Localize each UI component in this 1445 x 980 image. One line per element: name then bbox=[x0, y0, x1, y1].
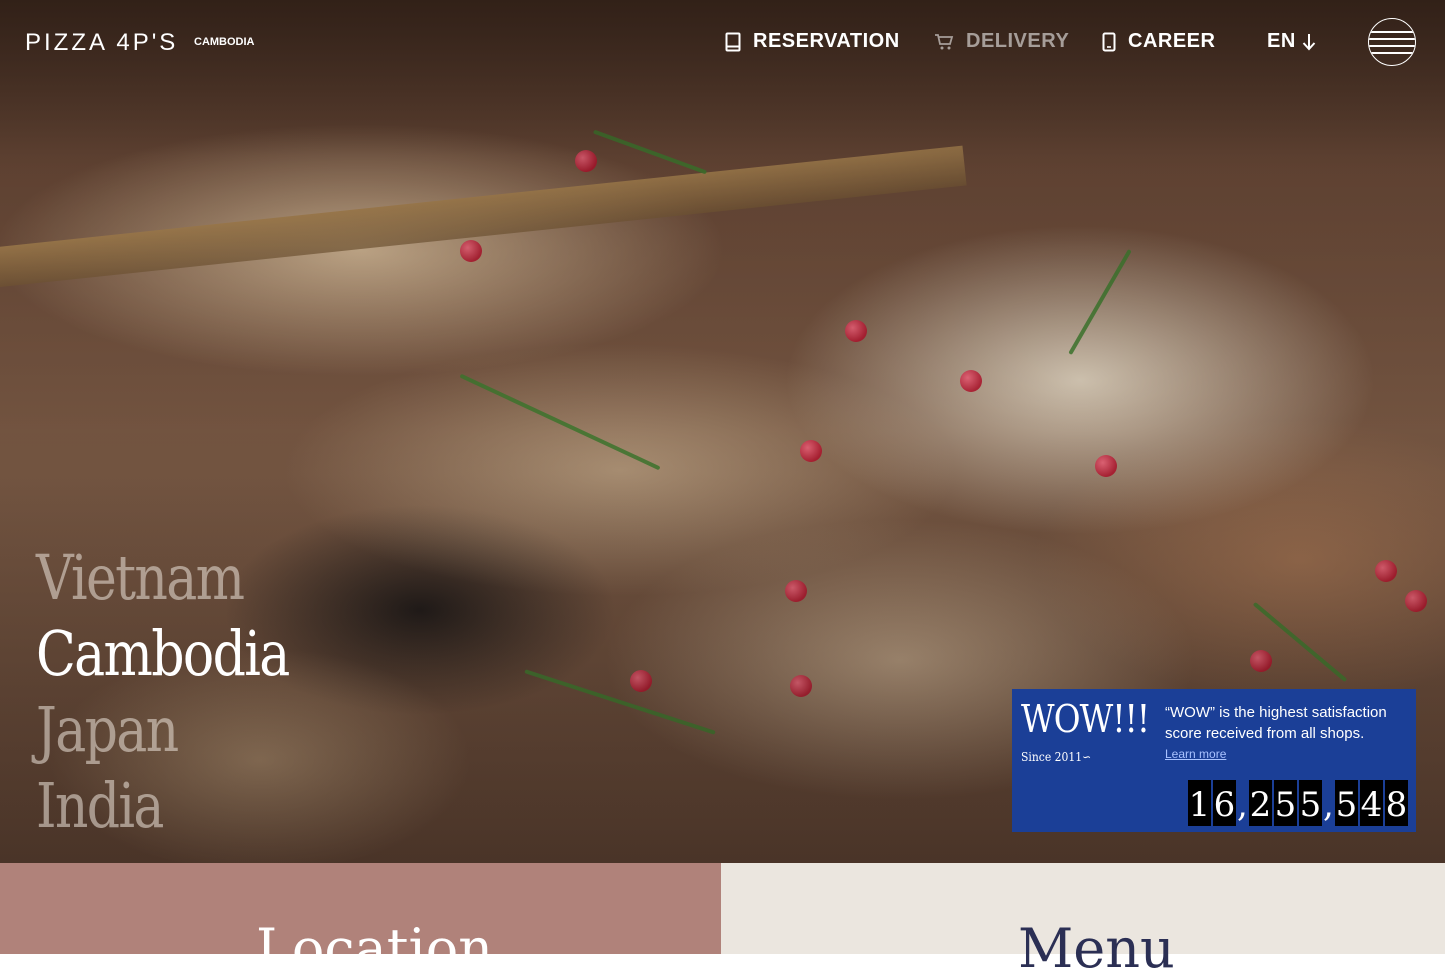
counter-digit: 6 bbox=[1213, 780, 1236, 826]
brand-logo[interactable]: PIZZA 4P'S bbox=[25, 29, 178, 57]
counter-digit: 5 bbox=[1274, 780, 1297, 826]
country-list: Vietnam Cambodia Japan India bbox=[36, 540, 337, 844]
nav-reservation-label: RESERVATION bbox=[753, 30, 900, 52]
counter-separator: , bbox=[1323, 785, 1334, 825]
counter-digit: 8 bbox=[1385, 780, 1408, 826]
brand-region: CAMBODIA bbox=[194, 36, 255, 48]
nav-career[interactable]: CAREER bbox=[1102, 30, 1215, 53]
language-label: EN bbox=[1267, 30, 1296, 52]
wow-title: WOW!!! bbox=[1021, 697, 1150, 741]
arrow-down-icon bbox=[1302, 33, 1316, 51]
learn-more-link[interactable]: Learn more bbox=[1165, 747, 1226, 761]
country-vietnam[interactable]: Vietnam bbox=[36, 540, 289, 616]
country-india[interactable]: India bbox=[36, 768, 289, 844]
nav-delivery[interactable]: DELIVERY bbox=[934, 30, 1069, 53]
menu-heading[interactable]: Menu bbox=[1018, 922, 1175, 976]
nav-career-label: CAREER bbox=[1128, 30, 1216, 52]
counter-digit: 4 bbox=[1360, 780, 1383, 826]
country-japan[interactable]: Japan bbox=[36, 692, 289, 768]
wow-description: “WOW” is the highest satisfaction score … bbox=[1165, 704, 1387, 742]
nav-delivery-label: DELIVERY bbox=[966, 30, 1070, 52]
counter-digit: 5 bbox=[1299, 780, 1322, 826]
cart-icon bbox=[934, 33, 954, 51]
location-heading[interactable]: Location bbox=[256, 922, 493, 976]
nav-reservation[interactable]: RESERVATION bbox=[725, 30, 900, 53]
counter-separator: , bbox=[1237, 785, 1248, 825]
country-cambodia[interactable]: Cambodia bbox=[36, 616, 290, 692]
wow-score-card: WOW!!! Since 2011∽ “WOW” is the highest … bbox=[1012, 689, 1416, 832]
site-header: PIZZA 4P'S CAMBODIA RESERVATION DELIVERY… bbox=[0, 0, 1445, 86]
wow-since: Since 2011∽ bbox=[1021, 750, 1092, 764]
counter-digit: 5 bbox=[1335, 780, 1358, 826]
phone-icon bbox=[1102, 32, 1116, 52]
language-selector[interactable]: EN bbox=[1267, 30, 1316, 53]
counter-digit: 2 bbox=[1249, 780, 1272, 826]
book-icon bbox=[725, 32, 741, 52]
wow-counter: 16,255,548 bbox=[1186, 780, 1408, 826]
counter-digit: 1 bbox=[1188, 780, 1211, 826]
hamburger-menu-button[interactable] bbox=[1368, 18, 1416, 66]
